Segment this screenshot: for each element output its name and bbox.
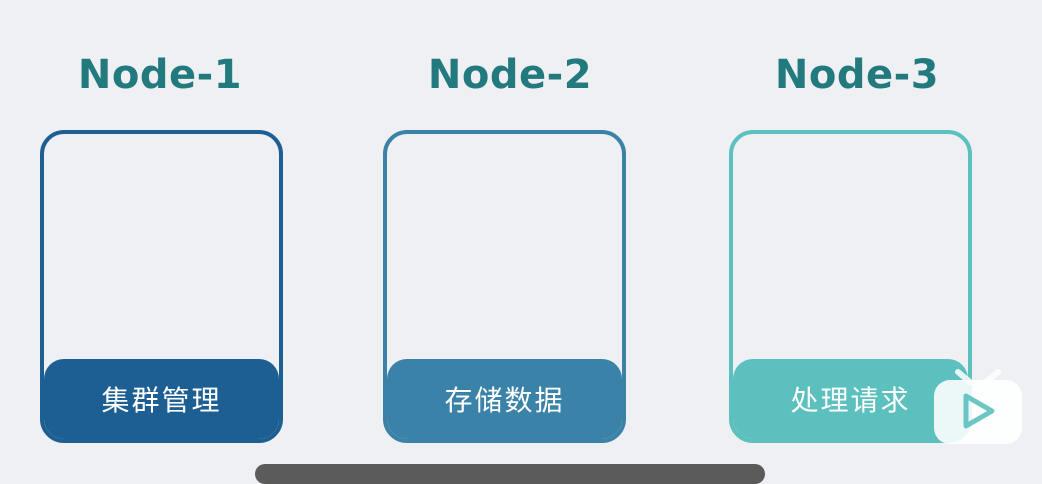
node-2-label: 存储数据 [387,359,622,439]
node-1-title: Node-1 [77,52,243,98]
bottom-bar [255,464,765,484]
tv-play-icon [930,360,1026,446]
node-2-card: 存储数据 [383,130,626,443]
node-1-card: 集群管理 [40,130,283,443]
node-2-title: Node-2 [427,52,593,98]
node-3-title: Node-3 [774,52,940,98]
node-1-label: 集群管理 [44,359,279,439]
